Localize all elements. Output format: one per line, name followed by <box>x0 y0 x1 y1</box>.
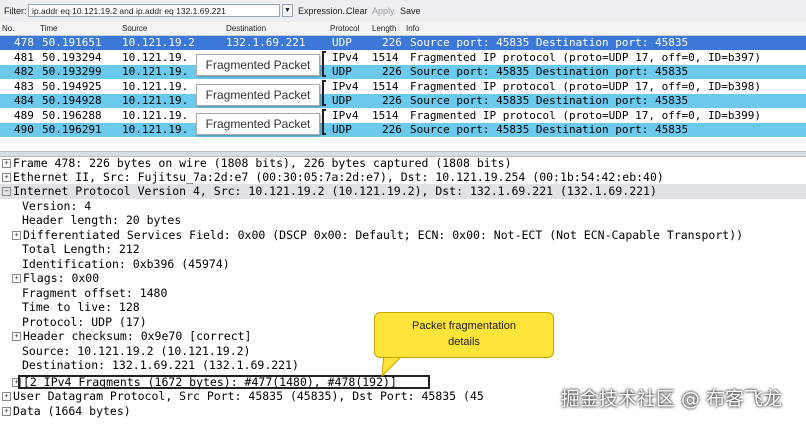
tree-item[interactable]: Protocol: UDP (17) <box>22 315 147 330</box>
save-button[interactable]: Save <box>400 6 421 16</box>
tree-item-data[interactable]: + Data (1664 bytes) <box>2 404 131 419</box>
tree-item[interactable]: Source: 10.121.19.2 (10.121.19.2) <box>22 344 250 359</box>
expression-button[interactable]: Expression... <box>298 6 350 16</box>
tree-item[interactable]: Header length: 20 bytes <box>22 213 181 228</box>
col-protocol[interactable]: Protocol <box>330 24 359 33</box>
tree-item[interactable]: Time to live: 128 <box>22 300 140 315</box>
expand-icon[interactable]: + <box>12 274 21 283</box>
tree-item-frame[interactable]: + Frame 478: 226 bytes on wire (1808 bits… <box>2 156 512 171</box>
fragmented-packet-label: Fragmented Packet <box>196 84 320 106</box>
col-no[interactable]: No. <box>2 24 14 33</box>
filter-toolbar: Filter: ip.addr eq 10.121.19.2 and ip.ad… <box>0 0 806 23</box>
fragment-bracket <box>322 80 326 106</box>
col-destination[interactable]: Destination <box>226 24 266 33</box>
packet-row[interactable]: 490 50.196291 10.121.19. UDP 226 Source … <box>0 123 806 137</box>
expand-icon[interactable]: + <box>12 332 21 341</box>
fragment-bracket <box>322 109 326 135</box>
apply-button[interactable]: Apply <box>372 6 395 16</box>
tree-item-flags[interactable]: + Flags: 0x00 <box>12 271 99 286</box>
tree-item[interactable]: Total Length: 212 <box>22 242 140 257</box>
fragmentation-callout: Packet fragmentation details <box>374 312 554 358</box>
tree-item-udp[interactable]: + User Datagram Protocol, Src Port: 45835… <box>2 389 484 404</box>
tree-item-ipv4[interactable]: − Internet Protocol Version 4, Src: 10.12… <box>0 184 806 199</box>
packet-row[interactable]: 484 50.194928 10.121.19. UDP 226 Source … <box>0 94 806 108</box>
fragments-highlight-box <box>18 375 430 389</box>
tree-item[interactable]: Version: 4 <box>22 199 91 214</box>
filter-input[interactable]: ip.addr eq 10.121.19.2 and ip.addr eq 13… <box>28 4 280 17</box>
tree-item[interactable]: Fragment offset: 1480 <box>22 286 167 301</box>
col-info[interactable]: Info <box>406 24 419 33</box>
packet-row[interactable]: 478 50.191651 10.121.19.2 132.1.69.221 U… <box>0 36 806 50</box>
fragmented-packet-label: Fragmented Packet <box>196 54 320 76</box>
tree-item[interactable]: Identification: 0xb396 (45974) <box>22 257 230 272</box>
col-length[interactable]: Length <box>372 24 396 33</box>
expand-icon[interactable]: + <box>2 173 11 182</box>
clear-button[interactable]: Clear <box>346 6 368 16</box>
filter-dropdown-button[interactable]: ▼ <box>282 4 293 17</box>
expand-icon[interactable]: + <box>2 159 11 168</box>
tree-item[interactable]: Destination: 132.1.69.221 (132.1.69.221) <box>22 358 299 373</box>
fragment-bracket <box>322 51 326 77</box>
packet-row[interactable]: 489 50.196288 10.121.19. IPv4 1514 Fragm… <box>0 109 806 123</box>
packet-row[interactable]: 482 50.193299 10.121.19. UDP 226 Source … <box>0 65 806 79</box>
expand-icon[interactable]: + <box>2 407 11 416</box>
filter-label: Filter: <box>4 6 27 16</box>
expand-icon[interactable]: + <box>2 392 11 401</box>
col-time[interactable]: Time <box>40 24 57 33</box>
expand-icon[interactable]: + <box>12 231 21 240</box>
watermark: 掘金技术社区 @ 布客飞龙 <box>560 388 782 410</box>
packet-list-header: No. Time Source Destination Protocol Len… <box>0 22 806 36</box>
tree-item-checksum[interactable]: + Header checksum: 0x9e70 [correct] <box>12 329 251 344</box>
fragmented-packet-label: Fragmented Packet <box>196 113 320 135</box>
col-source[interactable]: Source <box>122 24 147 33</box>
collapse-icon[interactable]: − <box>2 187 11 196</box>
packet-row[interactable]: 483 50.194925 10.121.19. IPv4 1514 Fragm… <box>0 80 806 94</box>
tree-item-ethernet[interactable]: + Ethernet II, Src: Fujitsu_7a:2d:e7 (00:… <box>2 170 664 185</box>
tree-item-dsfield[interactable]: + Differentiated Services Field: 0x00 (DS… <box>12 228 743 243</box>
packet-row[interactable]: 481 50.193294 10.121.19. IPv4 1514 Fragm… <box>0 51 806 65</box>
